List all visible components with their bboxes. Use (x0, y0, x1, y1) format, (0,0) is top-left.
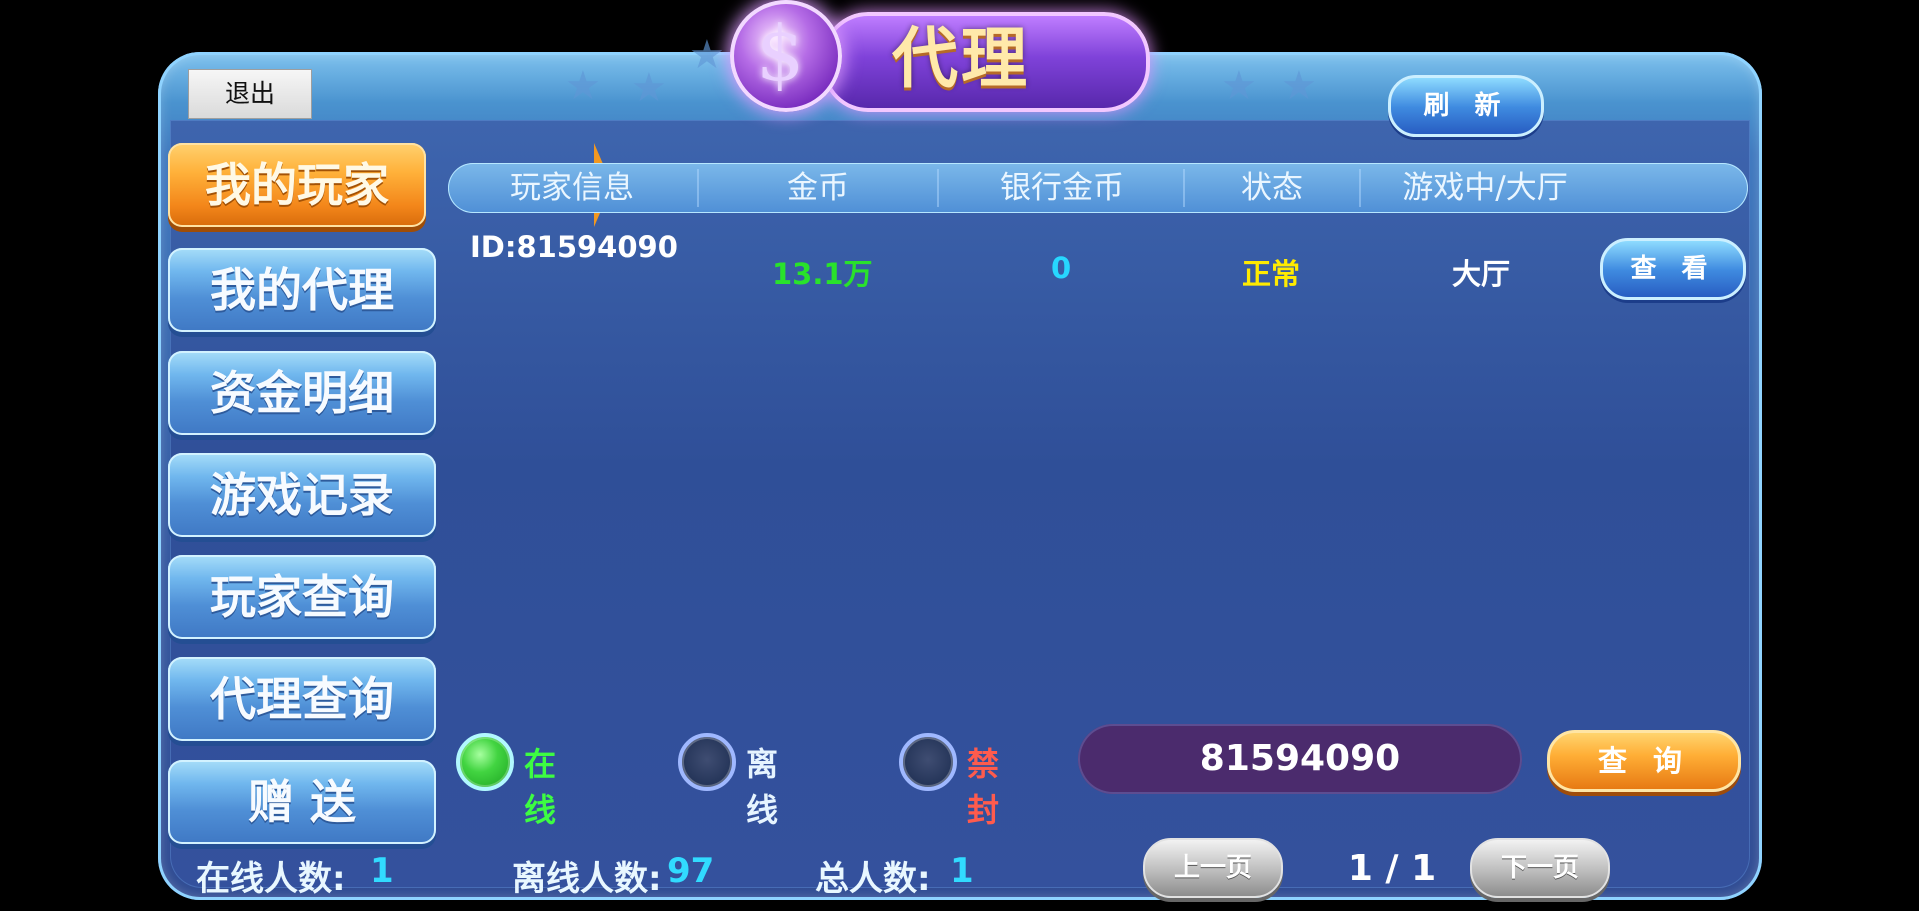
gold-value: 13.1万 (772, 257, 873, 291)
refresh-button[interactable]: 刷 新 (1388, 75, 1544, 137)
previous-page-button[interactable]: 上一页 (1143, 838, 1283, 898)
offline-label[interactable]: 离线 (746, 739, 778, 831)
online-radio-icon[interactable] (456, 733, 514, 791)
sidebar-item-agent-query[interactable]: 代理查询 (168, 657, 436, 741)
star-icon: ★ (565, 63, 601, 109)
sidebar-item-label: 玩家查询 (210, 570, 394, 624)
offline-radio-icon[interactable] (678, 733, 736, 791)
sidebar-item-label: 赠 送 (247, 775, 356, 829)
sidebar-item-my-players[interactable]: 我的玩家 (168, 143, 612, 227)
online-count-label: 在线人数: (196, 859, 346, 899)
bank-gold-value: 0 (1051, 251, 1072, 285)
player-id: ID:81594090 (470, 230, 678, 264)
online-count-value: 1 (370, 851, 394, 891)
player-id-input[interactable]: 81594090 (1078, 724, 1522, 794)
column-header-bank-gold: 银行金币 (1000, 170, 1124, 206)
star-icon: ★ (1281, 63, 1317, 109)
page-indicator: 1 / 1 (1347, 848, 1437, 889)
sidebar-item-my-agents[interactable]: 我的代理 (168, 248, 436, 332)
query-button[interactable]: 查 询 (1547, 730, 1741, 792)
star-icon: ★ (1221, 63, 1257, 109)
page-title: $ 代理 (730, 0, 1200, 112)
sidebar-item-label: 我的玩家 (205, 158, 389, 212)
sidebar-item-player-query[interactable]: 玩家查询 (168, 555, 436, 639)
column-header-player-info: 玩家信息 (510, 170, 634, 206)
dollar-sign-icon: $ (730, 0, 842, 112)
column-header-location: 游戏中/大厅 (1402, 170, 1568, 206)
online-label[interactable]: 在线 (524, 739, 556, 831)
offline-count-value: 97 (667, 851, 715, 891)
sidebar-item-label: 游戏记录 (210, 468, 394, 522)
banned-radio-icon[interactable] (899, 733, 957, 791)
logout-button[interactable]: 退出 (188, 69, 312, 119)
location-value: 大厅 (1452, 257, 1511, 291)
sidebar-item-gift[interactable]: 赠 送 (168, 760, 436, 844)
star-icon: ★ (631, 65, 667, 111)
sidebar-item-label: 代理查询 (210, 672, 394, 726)
page-title-text: 代理 (892, 20, 1030, 97)
banned-label[interactable]: 禁封 (967, 739, 999, 831)
column-header-status: 状态 (1241, 170, 1303, 206)
table-header: 玩家信息 金币 银行金币 状态 游戏中/大厅 (448, 163, 1748, 213)
total-count-label: 总人数: (815, 859, 931, 899)
star-icon: ★ (689, 32, 725, 78)
sidebar-item-fund-details[interactable]: 资金明细 (168, 351, 436, 435)
offline-count-label: 离线人数: (512, 859, 662, 899)
view-player-button[interactable]: 查 看 (1600, 238, 1746, 300)
sidebar-item-game-records[interactable]: 游戏记录 (168, 453, 436, 537)
status-value: 正常 (1242, 257, 1301, 291)
sidebar-item-label: 资金明细 (210, 366, 394, 420)
sidebar-item-label: 我的代理 (210, 263, 394, 317)
column-header-gold: 金币 (787, 170, 849, 206)
next-page-button[interactable]: 下一页 (1470, 838, 1610, 898)
total-count-value: 1 (950, 851, 974, 891)
